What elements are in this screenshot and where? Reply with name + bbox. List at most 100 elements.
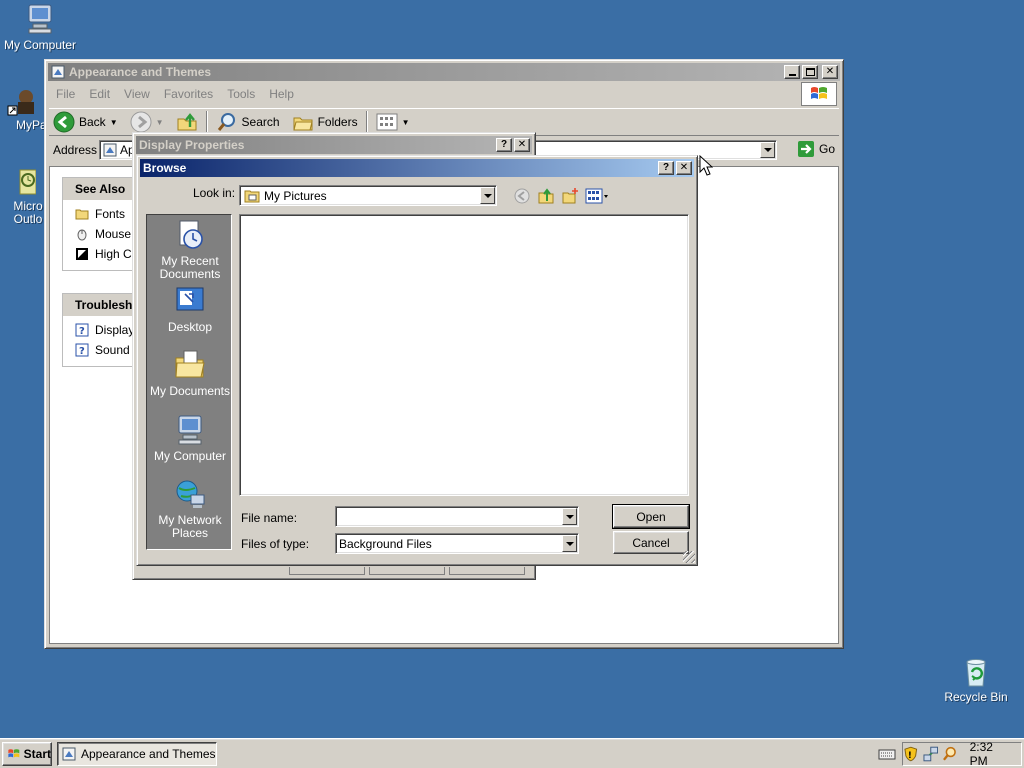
menu-edit[interactable]: Edit (82, 87, 117, 101)
folders-button[interactable]: Folders (288, 110, 362, 134)
place-my-recent-documents[interactable]: My Recent Documents (147, 219, 233, 281)
search-tray-icon[interactable] (942, 746, 958, 762)
recycle-bin-icon (966, 659, 986, 687)
taskbar-button-label: Appearance and Themes (81, 747, 216, 761)
menu-file[interactable]: File (49, 87, 82, 101)
file-name-dropdown-button[interactable] (562, 508, 577, 525)
file-list[interactable] (239, 214, 689, 496)
views-dropdown-icon[interactable]: ▼ (402, 118, 410, 127)
menu-view[interactable]: View (117, 87, 157, 101)
ok-button-edge (289, 567, 365, 575)
my-documents-icon (175, 350, 205, 378)
desktop-icon-label: MyPa (16, 118, 46, 132)
network-tray-icon[interactable] (923, 746, 939, 762)
control-panel-icon (51, 65, 65, 79)
cancel-button-edge (369, 567, 445, 575)
windows-logo (801, 82, 837, 106)
help-button[interactable]: ? (658, 161, 674, 175)
address-label: Address (53, 143, 98, 157)
desktop-icon-outlook[interactable]: Micro Outlo (0, 168, 46, 226)
my-computer-icon (28, 4, 52, 34)
taskbar-button-appearance-themes[interactable]: Appearance and Themes (57, 742, 217, 766)
desktop-icon-label: Micro Outlo (13, 199, 43, 226)
up-one-level-icon[interactable] (537, 187, 555, 205)
system-tray: ! 2:32 PM (902, 740, 1022, 768)
up-folder-icon (177, 113, 197, 131)
forward-dropdown-icon[interactable]: ▼ (156, 118, 164, 127)
browse-title: Browse (143, 161, 187, 175)
menu-help[interactable]: Help (262, 87, 301, 101)
places-bar: My Recent Documents Desktop My Documents (146, 214, 232, 550)
browse-dialog[interactable]: Browse ? ✕ Look in: My Pictures My Recen… (136, 155, 698, 566)
window-titlebar[interactable]: Appearance and Themes ✕ (48, 63, 840, 81)
file-type-dropdown-button[interactable] (562, 535, 577, 552)
go-arrow-icon (797, 141, 814, 157)
place-my-network-places[interactable]: My Network Places (147, 478, 233, 540)
back-dropdown-icon[interactable]: ▼ (110, 118, 118, 127)
up-folder-button[interactable] (172, 110, 202, 134)
views-icon (376, 113, 398, 131)
browse-titlebar[interactable]: Browse ? ✕ (140, 159, 694, 177)
start-label: Start (23, 747, 51, 761)
new-folder-icon[interactable] (561, 187, 579, 205)
look-in-label: Look in: (193, 186, 236, 200)
desktop-icon-my-computer[interactable]: My Computer (0, 2, 80, 52)
clock[interactable]: 2:32 PM (970, 740, 1013, 768)
menu-favorites[interactable]: Favorites (157, 87, 220, 101)
minimize-button[interactable] (784, 65, 800, 79)
toolbar-separator (205, 111, 208, 133)
help-icon: ? (75, 343, 89, 357)
folder-shortcut-icon (7, 90, 34, 116)
apply-button-edge (449, 567, 525, 575)
look-in-value: My Pictures (264, 188, 327, 203)
place-my-documents[interactable]: My Documents (147, 349, 233, 398)
cancel-button[interactable]: Cancel (613, 531, 689, 554)
my-computer-icon (178, 415, 202, 445)
desktop-icon-label: Recycle Bin (944, 690, 1008, 704)
place-my-computer[interactable]: My Computer (147, 414, 233, 463)
svg-text:?: ? (79, 326, 85, 337)
back-arrow-icon (53, 111, 75, 133)
back-label: Back (79, 115, 106, 129)
go-button[interactable]: Go (797, 140, 835, 158)
svg-text:!: ! (908, 751, 912, 761)
close-button[interactable]: ✕ (676, 161, 692, 175)
forward-arrow-icon (130, 111, 152, 133)
dialog-titlebar[interactable]: Display Properties ? ✕ (136, 136, 532, 154)
look-in-select[interactable]: My Pictures (239, 185, 497, 206)
my-pictures-folder-icon (244, 190, 260, 202)
desktop-icon-mypa[interactable]: MyPa (0, 88, 46, 132)
resize-grip[interactable] (683, 551, 695, 563)
close-button[interactable]: ✕ (822, 65, 838, 79)
help-icon: ? (75, 323, 89, 337)
views-button[interactable]: ▼ (372, 110, 414, 134)
file-type-select[interactable]: Background Files (335, 533, 579, 554)
desktop-icon-recycle-bin[interactable]: Recycle Bin (936, 656, 1016, 704)
search-label: Search (241, 115, 280, 129)
forward-button[interactable]: ▼ (126, 110, 168, 134)
close-button[interactable]: ✕ (514, 138, 530, 152)
address-dropdown-button[interactable] (760, 142, 775, 158)
help-button[interactable]: ? (496, 138, 512, 152)
toolbar-separator (365, 111, 368, 133)
taskbar: Start Appearance and Themes ! 2:32 PM (0, 738, 1024, 768)
start-button[interactable]: Start (2, 742, 52, 766)
desktop-icon (176, 287, 204, 311)
menu-tools[interactable]: Tools (220, 87, 262, 101)
maximize-button[interactable] (802, 65, 818, 79)
svg-text:?: ? (79, 346, 85, 357)
security-shield-icon[interactable]: ! (903, 746, 919, 762)
mouse-icon (77, 229, 87, 241)
browse-nav-toolbar (513, 187, 609, 205)
search-button[interactable]: Search (212, 110, 284, 134)
back-button[interactable]: Back ▼ (49, 110, 122, 134)
view-menu-icon[interactable] (585, 187, 609, 205)
control-panel-icon (103, 143, 117, 157)
look-in-dropdown-button[interactable] (480, 187, 495, 204)
back-icon[interactable] (513, 187, 531, 205)
file-name-input[interactable] (335, 506, 579, 527)
keyboard-icon[interactable] (878, 747, 896, 761)
open-button[interactable]: Open (612, 504, 690, 529)
menu-bar: File Edit View Favorites Tools Help (49, 84, 839, 104)
place-desktop[interactable]: Desktop (147, 285, 233, 334)
